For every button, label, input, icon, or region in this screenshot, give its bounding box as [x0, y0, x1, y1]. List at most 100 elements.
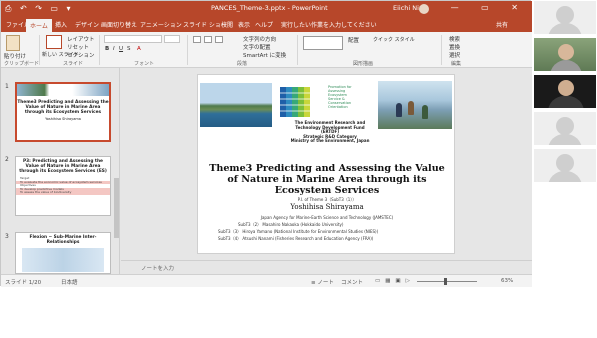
tab-design[interactable]: デザイン	[75, 20, 99, 29]
group-slides-label: スライド	[63, 61, 84, 67]
participant-tile-placeholder[interactable]	[534, 1, 596, 34]
view-buttons[interactable]: ▭▦▣▷	[375, 278, 415, 284]
section-button[interactable]: セクション	[67, 51, 95, 59]
tab-insert[interactable]: 挿入	[55, 20, 67, 29]
ertdf-caption: The Environment Research and Technology …	[282, 120, 378, 144]
tell-me-search[interactable]: 実行したい作業を入力してください	[281, 20, 377, 29]
erf-program-text: Promotion for Assessing Ecosystem Servic…	[328, 85, 352, 109]
slide-thumbnail-3[interactable]: Flexion ~ Sub-Marine Inter-Relationships	[15, 232, 111, 274]
island-photo	[200, 83, 272, 127]
share-button[interactable]: 共有	[496, 20, 508, 29]
ribbon-tabs: ファイル ホーム 挿入 デザイン 画面切り替え アニメーション スライド ショー…	[1, 18, 532, 32]
separator	[99, 35, 100, 65]
thumb-number: 3	[5, 233, 9, 240]
tab-animations[interactable]: アニメーション	[140, 20, 182, 29]
participant-video-tile[interactable]	[534, 38, 596, 71]
thumb-diagram	[22, 248, 104, 272]
align-text-button[interactable]: 文字の配置	[243, 43, 271, 51]
bullets-icon[interactable]	[193, 36, 201, 43]
strikethrough-button[interactable]: S	[127, 46, 131, 52]
thumb-title: Theme3 Predicting and Assessing the Valu…	[17, 100, 109, 115]
quick-access-toolbar[interactable]: ⎙ ↶ ↷ ▭ ▾	[5, 4, 74, 14]
slide-thumbnail-1[interactable]: Theme3 Predicting and Assessing the Valu…	[15, 82, 111, 142]
separator	[297, 35, 298, 65]
affiliation-line: Japan Agency for Marine-Earth Science an…	[260, 215, 394, 220]
italic-button[interactable]: I	[113, 46, 115, 52]
zoom-slider[interactable]	[417, 281, 477, 282]
powerpoint-window: ⎙ ↶ ↷ ▭ ▾ PANCES_Theme-3.pptx - PowerPoi…	[0, 0, 532, 287]
status-bar: スライド 1/20 日本語 ≡ ノート コメント ▭▦▣▷ 63%	[1, 274, 532, 287]
thumb-title: Flexion ~ Sub-Marine Inter-Relationships	[29, 235, 97, 245]
avatar-icon	[556, 6, 574, 24]
window-controls[interactable]: — ▭ ✕	[451, 3, 528, 12]
notes-toggle-button[interactable]: ≡ ノート	[311, 278, 334, 286]
slide-title: Theme3 Predicting and Assessing the Valu…	[209, 163, 445, 196]
title-bar: ⎙ ↶ ↷ ▭ ▾ PANCES_Theme-3.pptx - PowerPoi…	[1, 1, 532, 18]
quick-styles-button[interactable]: クイック スタイル	[373, 36, 415, 43]
avatar-icon	[556, 117, 574, 135]
caption-line: Ministry of the Environment, Japan	[290, 138, 370, 144]
tab-view[interactable]: 表示	[238, 20, 250, 29]
thumb-number: 1	[5, 83, 9, 90]
slide-counter: スライド 1/20	[5, 280, 42, 286]
slide-canvas: Promotion for Assessing Ecosystem Servic…	[121, 68, 532, 260]
font-name-field[interactable]	[104, 35, 162, 43]
slide-thumbnails-pane: 1 Theme3 Predicting and Assessing the Va…	[1, 68, 120, 274]
smartart-button[interactable]: SmartArt に変換	[243, 51, 286, 59]
layout-button[interactable]: レイアウト	[67, 35, 95, 43]
separator	[187, 35, 188, 65]
separator	[39, 35, 40, 65]
participant-face	[558, 44, 574, 60]
notes-pane[interactable]: ノートを入力	[121, 260, 532, 274]
participant-tile-placeholder[interactable]	[534, 112, 596, 145]
user-avatar[interactable]	[419, 4, 429, 14]
zoom-level[interactable]: 63%	[501, 278, 513, 284]
person-figure	[396, 103, 402, 117]
separator	[441, 35, 442, 65]
font-color-button[interactable]: A	[137, 46, 141, 52]
participant-video-tile[interactable]	[534, 75, 596, 108]
paste-button[interactable]: 貼り付け	[4, 52, 26, 60]
reset-button[interactable]: リセット	[67, 43, 89, 51]
tab-help[interactable]: ヘルプ	[255, 20, 273, 29]
select-button[interactable]: 選択	[449, 51, 460, 59]
current-slide[interactable]: Promotion for Assessing Ecosystem Servic…	[197, 74, 455, 254]
find-button[interactable]: 検索	[449, 35, 460, 43]
underline-button[interactable]: U	[119, 46, 123, 52]
group-font-label: フォント	[134, 61, 155, 67]
tab-review[interactable]: 校閲	[221, 20, 233, 29]
thumb-subtitle: Yoshihisa Shirayama	[45, 117, 81, 121]
thumb-line: To assess the value of biodiversity	[16, 191, 110, 195]
new-slide-icon[interactable]	[46, 35, 62, 49]
notes-placeholder[interactable]: ノートを入力	[141, 264, 174, 272]
slide-thumbnail-2[interactable]: P3: Predicting and Assessing the Value o…	[15, 156, 111, 216]
shapes-gallery[interactable]	[303, 36, 343, 50]
thumbnails-scrollbar[interactable]	[114, 138, 119, 338]
text-direction-button[interactable]: 文字列の方向	[243, 35, 276, 43]
avatar-body	[548, 134, 582, 145]
scrollbar-handle[interactable]	[114, 178, 119, 238]
thumb-title: P3: Predicting and Assessing the Value o…	[19, 159, 107, 174]
comments-button[interactable]: コメント	[341, 278, 363, 286]
replace-button[interactable]: 置換	[449, 43, 460, 51]
arrange-button[interactable]: 配置	[348, 36, 359, 44]
group-drawing-label: 図形描画	[353, 61, 374, 67]
participant-body	[550, 60, 582, 71]
avatar-icon	[556, 154, 574, 172]
zoom-slider-thumb[interactable]	[444, 278, 447, 285]
participant-body	[548, 96, 584, 108]
bold-button[interactable]: B	[105, 46, 109, 52]
tab-transitions[interactable]: 画面切り替え	[101, 20, 137, 29]
tab-home[interactable]: ホーム	[26, 19, 52, 32]
numbering-icon[interactable]	[204, 36, 212, 43]
group-paragraph-label: 段落	[237, 61, 248, 67]
field-survey-photo	[378, 81, 452, 129]
affiliation-line: SubT3（4） Atsushi Nanami (Fisheries Resea…	[218, 236, 374, 241]
person-figure	[422, 105, 428, 119]
document-title: PANCES_Theme-3.pptx - PowerPoint	[211, 4, 328, 12]
indent-icon[interactable]	[215, 36, 223, 43]
language-indicator[interactable]: 日本語	[61, 278, 78, 286]
paste-icon[interactable]	[6, 35, 20, 51]
participant-tile-placeholder[interactable]	[534, 149, 596, 182]
font-size-field[interactable]	[164, 35, 180, 43]
